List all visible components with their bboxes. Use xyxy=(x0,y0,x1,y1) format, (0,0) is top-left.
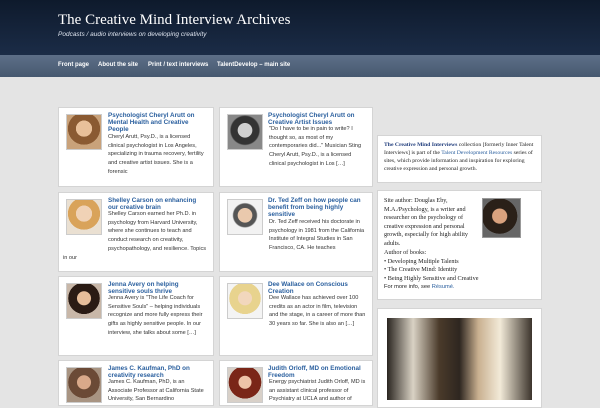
post-card: Jenna Avery on helping sensitive souls t… xyxy=(58,276,214,356)
post-title[interactable]: Dee Wallace on Conscious Creation xyxy=(268,281,366,295)
post-title[interactable]: Jenna Avery on helping sensitive souls t… xyxy=(108,281,207,295)
nav-talentdevelop[interactable]: TalentDevelop – main site xyxy=(217,62,290,68)
site-header: The Creative Mind Interview Archives Pod… xyxy=(0,0,600,55)
post-card: Psychologist Cheryl Arutt on Mental Heal… xyxy=(58,107,214,187)
post-excerpt: "Do I have to be in pain to write? I tho… xyxy=(269,126,362,167)
nav-print-interviews[interactable]: Print / text interviews xyxy=(148,62,208,68)
post-excerpt: Energy psychiatrist Judith Orloff, MD is… xyxy=(269,379,366,403)
post-excerpt: Jenna Avery is "The Life Coach for Sensi… xyxy=(108,295,203,336)
post-excerpt: Dr. Ted Zeff received his doctorate in p… xyxy=(269,219,365,252)
post-card: Psychologist Cheryl Arutt on Creative Ar… xyxy=(219,107,373,187)
sidebar-photo-panel xyxy=(377,308,542,408)
resume-link[interactable]: Résumé. xyxy=(432,284,455,290)
post-title[interactable]: Psychologist Cheryl Arutt on Creative Ar… xyxy=(268,112,366,126)
about-site-name: The Creative Mind Interviews xyxy=(384,142,458,148)
post-excerpt: Shelley Carson earned her Ph.D. in psych… xyxy=(63,211,207,261)
about-link-talent-development[interactable]: Talent Development Resources xyxy=(441,150,512,156)
nav-about[interactable]: About the site xyxy=(98,62,138,68)
post-excerpt: Cheryl Arutt, Psy.D., is a licensed clin… xyxy=(108,134,204,175)
post-excerpt: James C. Kaufman, PhD, is an Associate P… xyxy=(108,379,204,403)
main-nav: Front page About the site Print / text i… xyxy=(0,55,600,77)
book-link[interactable]: • The Creative Mind: Identity xyxy=(384,266,539,275)
post-title[interactable]: Shelley Carson on enhancing our creative… xyxy=(108,197,207,211)
post-card: Dee Wallace on Conscious Creation Dee Wa… xyxy=(219,276,373,356)
book-link[interactable]: • Being Highly Sensitive and Creative xyxy=(384,275,539,284)
author-more-prefix: For more info, see xyxy=(384,284,432,291)
post-excerpt: Dee Wallace has achieved over 100 credit… xyxy=(269,295,366,328)
sidebar-about: The Creative Mind Interviews collection … xyxy=(377,135,542,183)
post-title[interactable]: Dr. Ted Zeff on how people can benefit f… xyxy=(268,197,366,218)
book-link[interactable]: • Developing Multiple Talents xyxy=(384,258,539,267)
featured-photo xyxy=(387,318,532,400)
post-title[interactable]: Judith Orloff, MD on Emotional Freedom xyxy=(268,365,366,379)
post-title[interactable]: Psychologist Cheryl Arutt on Mental Heal… xyxy=(108,112,207,133)
site-title[interactable]: The Creative Mind Interview Archives xyxy=(58,12,290,29)
post-card: James C. Kaufman, PhD on creativity rese… xyxy=(58,360,214,406)
author-photo xyxy=(482,198,521,238)
post-card: Dr. Ted Zeff on how people can benefit f… xyxy=(219,192,373,272)
site-tagline: Podcasts / audio interviews on developin… xyxy=(58,31,207,38)
nav-front-page[interactable]: Front page xyxy=(58,62,89,68)
sidebar-author: Site author: Douglas Eby, M.A./Psycholog… xyxy=(377,190,542,300)
author-books-label: Author of books: xyxy=(384,249,427,256)
post-card: Judith Orloff, MD on Emotional Freedom E… xyxy=(219,360,373,406)
author-intro: Site author: Douglas Eby, M.A./Psycholog… xyxy=(384,197,469,247)
author-books: Author of books: • Developing Multiple T… xyxy=(384,249,539,292)
post-card: Shelley Carson on enhancing our creative… xyxy=(58,192,214,272)
post-title[interactable]: James C. Kaufman, PhD on creativity rese… xyxy=(108,365,207,379)
